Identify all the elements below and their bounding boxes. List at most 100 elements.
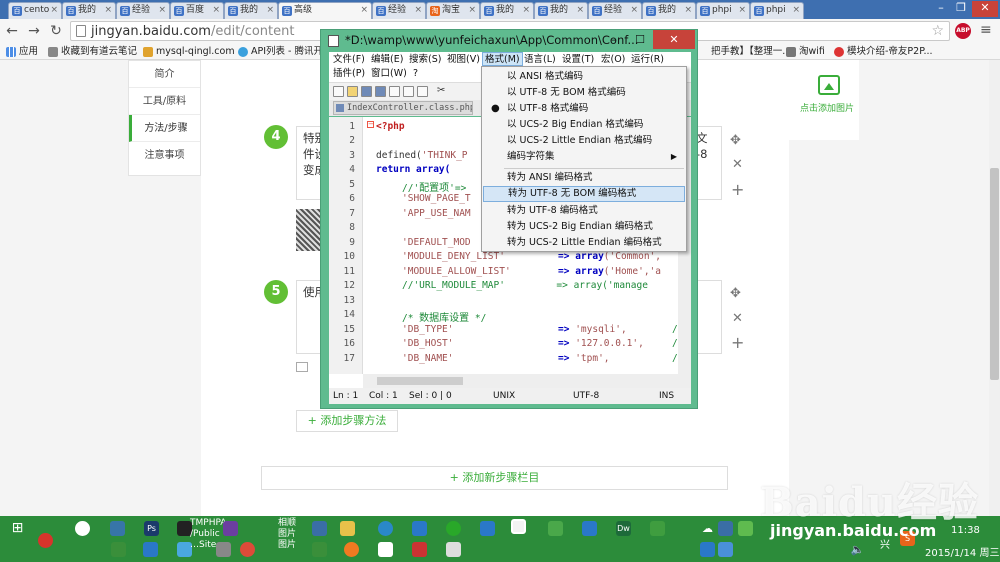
close-tab-icon[interactable]: × xyxy=(266,3,274,18)
bookmark-star-icon[interactable]: ☆ xyxy=(931,23,944,39)
move-step-icon[interactable]: ✥ xyxy=(730,286,741,301)
app-icon[interactable] xyxy=(378,521,393,536)
app-icon[interactable] xyxy=(143,542,158,557)
close-tab-icon[interactable]: × xyxy=(792,3,800,18)
menu-item-encode-utf8-nobom[interactable]: 以 UTF-8 无 BOM 格式编码 xyxy=(483,85,685,101)
adblock-icon[interactable]: ABP xyxy=(955,23,971,39)
menu-item-convert-ucs2-le[interactable]: 转为 UCS-2 Little Endian 编码格式 xyxy=(483,235,685,251)
close-tab-icon[interactable]: × xyxy=(630,3,638,18)
taskbar-label[interactable]: /Public xyxy=(190,529,220,539)
clock-date[interactable]: 2015/1/14 周三 xyxy=(925,544,999,559)
fold-marker-icon[interactable]: − xyxy=(367,121,374,128)
menu-help[interactable]: ? xyxy=(411,67,420,81)
step-4-image-thumbnail[interactable] xyxy=(296,209,320,251)
browser-tab[interactable]: 百百度 × xyxy=(170,2,224,19)
bookmark-apps[interactable]: 应用 xyxy=(6,44,38,59)
new-file-icon[interactable] xyxy=(333,86,344,97)
cloud-icon[interactable]: ☁ xyxy=(700,521,715,536)
tray-icon[interactable] xyxy=(700,542,715,557)
menu-item-encode-utf8[interactable]: ● 以 UTF-8 格式编码 xyxy=(483,101,685,117)
menu-item-charset[interactable]: 编码字符集 ▶ xyxy=(483,149,685,165)
close-icon[interactable]: ✕ xyxy=(653,30,695,49)
browser-tab[interactable]: 百我的 × xyxy=(62,2,116,19)
browser-tab[interactable]: 百 cento × xyxy=(8,2,62,19)
menu-item-encode-ucs2-be[interactable]: 以 UCS-2 Big Endian 格式编码 xyxy=(483,117,685,133)
save-all-icon[interactable] xyxy=(375,86,386,97)
bookmark-youdao[interactable]: 收藏到有道云笔记 xyxy=(48,44,137,59)
close-file-icon[interactable] xyxy=(389,86,400,97)
app-icon[interactable] xyxy=(216,542,231,557)
browser-tab[interactable]: 百我的 × xyxy=(534,2,588,19)
app-icon[interactable] xyxy=(38,533,53,548)
delete-step-icon[interactable]: ✕ xyxy=(732,311,743,326)
close-tab-icon[interactable]: × xyxy=(158,3,166,18)
app-icon[interactable] xyxy=(446,521,461,536)
app-icon[interactable] xyxy=(312,542,327,557)
menu-run[interactable]: 运行(R) xyxy=(629,53,666,67)
bookmark-api[interactable]: API列表 - 腾讯开放 xyxy=(238,44,333,59)
bookmark-taowifi[interactable]: 淘wifi xyxy=(786,44,825,59)
forward-arrow-icon[interactable]: → xyxy=(25,22,43,40)
app-icon[interactable] xyxy=(548,521,563,536)
minimize-icon[interactable]: – xyxy=(601,30,627,49)
tray-icon[interactable] xyxy=(738,521,753,536)
menu-item-convert-ucs2-be[interactable]: 转为 UCS-2 Big Endian 编码格式 xyxy=(483,219,685,235)
app-icon[interactable] xyxy=(582,521,597,536)
browser-tab[interactable]: 百 phpi × xyxy=(750,2,804,19)
close-tab-icon[interactable]: × xyxy=(212,3,220,18)
save-icon[interactable] xyxy=(361,86,372,97)
volume-icon[interactable]: 🔈 xyxy=(850,542,865,557)
nav-notes[interactable]: 注意事项 xyxy=(129,142,200,169)
app-icon[interactable] xyxy=(650,521,665,536)
close-tab-icon[interactable]: × xyxy=(104,3,112,18)
bookmark-p2p[interactable]: 模块介绍-帝友P2P... xyxy=(834,44,933,59)
menu-item-convert-ansi[interactable]: 转为 ANSI 编码格式 xyxy=(483,170,685,186)
menu-view[interactable]: 视图(V) xyxy=(445,53,482,67)
nav-tools[interactable]: 工具/原料 xyxy=(129,88,200,115)
app-icon[interactable] xyxy=(312,521,327,536)
reload-icon[interactable]: ↻ xyxy=(47,22,65,40)
menu-plugins[interactable]: 插件(P) xyxy=(331,67,367,81)
close-tab-icon[interactable]: × xyxy=(50,3,58,18)
chrome-icon[interactable] xyxy=(240,542,255,557)
close-tab-icon[interactable]: × xyxy=(522,3,530,18)
menu-file[interactable]: 文件(F) xyxy=(331,53,367,67)
taskbar-label[interactable]: …Site xyxy=(190,540,216,550)
browser-tab[interactable]: 百经验 × xyxy=(116,2,170,19)
notepad-titlebar[interactable]: *D:\wamp\www\yunfeichaxun\App\Common\Con… xyxy=(321,30,699,52)
menu-language[interactable]: 语言(L) xyxy=(522,53,558,67)
photoshop-icon[interactable]: Ps xyxy=(144,521,159,536)
python-icon[interactable] xyxy=(110,521,125,536)
add-step-column-button[interactable]: + 添加新步骤栏目 xyxy=(261,466,728,490)
app-icon[interactable] xyxy=(75,521,90,536)
menu-item-convert-utf8-nobom[interactable]: 转为 UTF-8 无 BOM 编码格式 xyxy=(483,186,685,202)
menu-macro[interactable]: 宏(O) xyxy=(599,53,627,67)
browser-tab-active[interactable]: 百高级 × xyxy=(278,2,372,20)
windows-start-icon[interactable]: ⊞ xyxy=(10,521,25,536)
browser-tab[interactable]: 淘淘宝 × xyxy=(426,2,480,19)
nav-steps[interactable]: 方法/步骤 xyxy=(129,115,200,142)
app-icon[interactable] xyxy=(480,521,495,536)
close-tab-icon[interactable]: × xyxy=(684,3,692,18)
add-step-icon[interactable]: + xyxy=(731,333,744,352)
browser-tab[interactable]: 百经验 × xyxy=(372,2,426,19)
close-tab-icon[interactable]: × xyxy=(576,3,584,18)
file-tab[interactable]: IndexController.class.php xyxy=(333,101,473,115)
menu-settings[interactable]: 设置(T) xyxy=(560,53,596,67)
picture-icon[interactable] xyxy=(296,362,308,372)
bookmark-mysql[interactable]: mysql-qingl.com xyxy=(143,44,235,59)
visual-studio-icon[interactable] xyxy=(223,521,238,536)
move-step-icon[interactable]: ✥ xyxy=(730,133,741,148)
add-picture-icon[interactable] xyxy=(818,75,840,95)
minimize-icon[interactable]: – xyxy=(932,1,950,17)
close-tab-icon[interactable]: × xyxy=(414,3,422,18)
menu-search[interactable]: 搜索(S) xyxy=(407,53,443,67)
browser-tab[interactable]: 百我的 × xyxy=(224,2,278,19)
cut-icon[interactable]: ✂ xyxy=(437,86,448,97)
browser-tab[interactable]: 百经验 × xyxy=(588,2,642,19)
dreamweaver-icon[interactable]: Dw xyxy=(616,521,631,536)
close-tab-icon[interactable]: × xyxy=(738,3,746,18)
taskbar-label[interactable]: 图片 xyxy=(278,540,296,550)
close-tab-icon[interactable]: × xyxy=(360,3,368,18)
tray-icon[interactable] xyxy=(718,542,733,557)
